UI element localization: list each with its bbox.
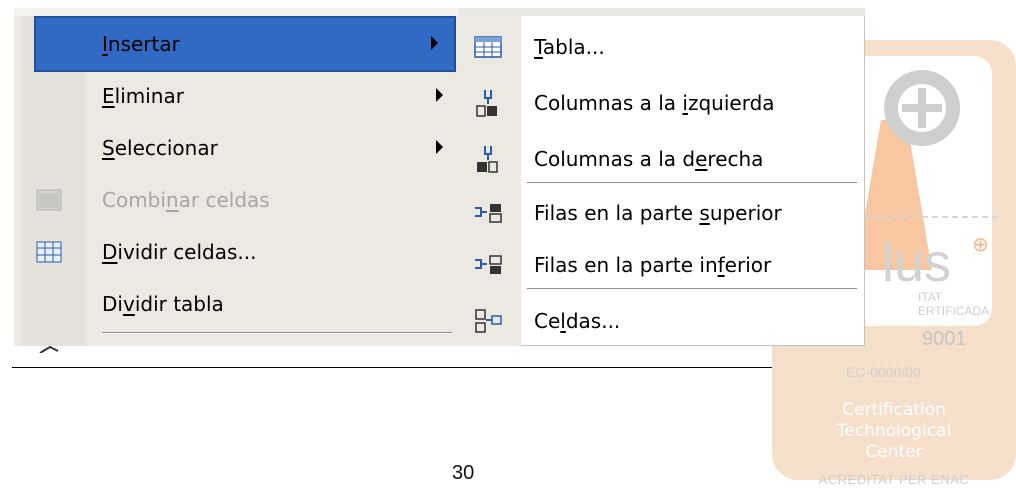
watermark-code: EC-0000/00 bbox=[846, 364, 921, 380]
insert-rows-below-icon bbox=[473, 250, 503, 280]
label-part: liminar bbox=[114, 84, 184, 108]
menu-item-combinar-celdas[interactable]: Combinar celdas bbox=[14, 174, 459, 226]
menu-item-insertar[interactable]: Insertar bbox=[34, 16, 456, 72]
submenu-item-label: Tabla... bbox=[534, 35, 605, 59]
menu-item-label: Seleccionar bbox=[102, 136, 218, 160]
insertar-submenu: Tabla... Columnas a la izquierda Columna… bbox=[459, 8, 865, 346]
accelerator-key: E bbox=[102, 84, 115, 108]
submenu-separator bbox=[527, 288, 857, 292]
insert-cells-icon bbox=[473, 306, 503, 336]
submenu-item-columnas-derecha[interactable]: Columnas a la derecha bbox=[459, 134, 865, 182]
label-part: idir tabla bbox=[134, 292, 224, 316]
label-part: Columnas a la d bbox=[534, 147, 696, 171]
accelerator-key: f bbox=[717, 253, 725, 277]
watermark-small-line-1: ITAT bbox=[918, 290, 943, 304]
submenu-item-celdas[interactable]: Celdas... bbox=[459, 296, 865, 344]
label-part: Combi bbox=[102, 188, 166, 212]
submenu-top-edge bbox=[459, 8, 865, 16]
label-part: uperior bbox=[709, 201, 782, 225]
table-context-menu: Insertar Eliminar Seleccionar Combinar c… bbox=[14, 8, 459, 354]
watermark-small-plus-icon: ⊕ bbox=[972, 232, 989, 256]
label-part: nsertar bbox=[107, 32, 180, 56]
submenu-separator bbox=[527, 182, 857, 186]
label-part: erior bbox=[724, 253, 772, 277]
partial-menu-icon bbox=[36, 338, 62, 354]
accelerator-key: D bbox=[102, 240, 118, 264]
label-part: Filas en la parte in bbox=[534, 253, 718, 277]
menu-item-label: Combinar celdas bbox=[102, 188, 270, 212]
submenu-item-filas-superior[interactable]: Filas en la parte superior bbox=[459, 188, 865, 236]
submenu-item-label: Columnas a la izquierda bbox=[534, 91, 775, 115]
menu-item-seleccionar[interactable]: Seleccionar bbox=[14, 122, 459, 174]
merge-cells-icon bbox=[36, 187, 62, 213]
menu-item-label: Dividir tabla bbox=[102, 292, 224, 316]
submenu-item-label: Filas en la parte superior bbox=[534, 201, 782, 225]
label-part: recha bbox=[707, 147, 764, 171]
menu-top-edge bbox=[14, 8, 459, 16]
label-part: zquierda bbox=[687, 91, 775, 115]
accelerator-key: n bbox=[165, 188, 179, 212]
split-cells-icon bbox=[36, 239, 62, 265]
submenu-item-label: Filas en la parte inferior bbox=[534, 253, 771, 277]
label-part: Di bbox=[102, 292, 123, 316]
submenu-item-filas-inferior[interactable]: Filas en la parte inferior bbox=[459, 240, 865, 288]
watermark-center-line-2: Technological bbox=[836, 421, 952, 441]
accelerator-key: S bbox=[102, 136, 115, 160]
watermark-center-line-1: Certification bbox=[842, 400, 946, 420]
label-part: ar celdas bbox=[178, 188, 270, 212]
label-part: Columnas a la bbox=[534, 91, 683, 115]
submenu-item-tabla[interactable]: Tabla... bbox=[459, 22, 865, 70]
insert-rows-above-icon bbox=[473, 198, 503, 228]
watermark-accreditation: ACREDITAT PER ENAC bbox=[818, 472, 970, 487]
menu-item-dividir-tabla[interactable]: Dividir tabla bbox=[14, 278, 459, 330]
accelerator-key: T bbox=[534, 35, 543, 59]
submenu-item-label: Columnas a la derecha bbox=[534, 147, 763, 171]
submenu-arrow-icon bbox=[431, 36, 438, 50]
accelerator-key: v bbox=[122, 292, 135, 316]
menu-item-label: Eliminar bbox=[102, 84, 184, 108]
submenu-arrow-icon bbox=[436, 140, 443, 154]
label-part: eleccionar bbox=[114, 136, 218, 160]
accelerator-key: e bbox=[695, 147, 708, 171]
menu-separator bbox=[102, 332, 452, 334]
watermark-brand-fragment: lus bbox=[882, 233, 952, 293]
label-part: ividir celdas... bbox=[117, 240, 257, 264]
table-icon bbox=[473, 32, 503, 62]
label-part: abla... bbox=[542, 35, 605, 59]
submenu-item-label: Celdas... bbox=[534, 309, 620, 333]
label-part: das... bbox=[565, 309, 621, 333]
insert-columns-right-icon bbox=[473, 144, 503, 174]
watermark-center-line-3: Center bbox=[865, 442, 923, 462]
menu-item-label: Dividir celdas... bbox=[102, 240, 257, 264]
label-part: Filas en la parte bbox=[534, 201, 700, 225]
menu-item-dividir-celdas[interactable]: Dividir celdas... bbox=[14, 226, 459, 278]
accelerator-key: s bbox=[699, 201, 710, 225]
submenu-arrow-icon bbox=[436, 88, 443, 102]
watermark-small-line-2: ERTIFICADA bbox=[918, 304, 990, 318]
insert-columns-left-icon bbox=[473, 88, 503, 118]
label-part: Ce bbox=[534, 309, 561, 333]
watermark-plus-bar-v bbox=[918, 88, 926, 128]
document-rule bbox=[12, 367, 772, 368]
menu-item-eliminar[interactable]: Eliminar bbox=[14, 70, 459, 122]
page-number: 30 bbox=[452, 462, 475, 484]
menu-item-label: Insertar bbox=[102, 32, 180, 56]
submenu-item-columnas-izquierda[interactable]: Columnas a la izquierda bbox=[459, 78, 865, 126]
watermark-standard: 9001 bbox=[922, 328, 967, 350]
